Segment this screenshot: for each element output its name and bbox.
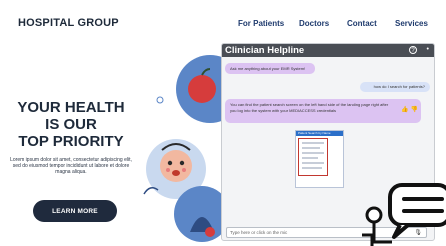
learn-more-button[interactable]: LEARN MORE	[33, 200, 117, 222]
hero-title: YOUR HEALTH IS OUR TOP PRIORITY	[10, 99, 132, 150]
hero-title-line-1: YOUR HEALTH	[17, 99, 125, 116]
chatbot-icon[interactable]	[360, 175, 446, 246]
bot-message-text: You can find the patient search screen o…	[230, 102, 389, 113]
screenshot-row	[302, 157, 318, 159]
apple-icon	[188, 75, 216, 103]
screenshot-row	[302, 147, 320, 149]
hero-description: Lorem ipsum dolor sit amet, consectetur …	[10, 157, 132, 175]
feedback-thumbs-icon[interactable]: 👍 👎	[401, 107, 418, 113]
baby-face-icon	[160, 150, 192, 182]
nav-services[interactable]: Services	[395, 19, 428, 28]
user-message: how do I search for patients?	[360, 82, 430, 92]
menu-icon[interactable]: •	[427, 46, 429, 54]
heart-icon	[205, 227, 215, 237]
hero-title-line-3: TOP PRIORITY	[18, 133, 124, 150]
screenshot-title: Patient Search by Name	[298, 131, 331, 135]
nav-contact[interactable]: Contact	[347, 19, 377, 28]
bot-message: Ask me anything about your EMR System!	[225, 63, 315, 74]
nav-for-patients[interactable]: For Patients	[238, 19, 284, 28]
screenshot-row	[302, 152, 324, 154]
screenshot-highlight	[298, 138, 328, 176]
chat-title: Clinician Helpline	[225, 45, 305, 56]
user-message-text: how do I search for patients?	[373, 84, 425, 90]
hero-title-line-2: IS OUR	[45, 116, 97, 133]
chat-header: Clinician Helpline ? •	[222, 44, 434, 57]
screenshot-titlebar: Patient Search by Name	[296, 131, 343, 136]
screenshot-row	[302, 167, 322, 169]
help-icon[interactable]: ?	[409, 46, 417, 54]
bot-message-text: Ask me anything about your EMR System!	[230, 65, 306, 71]
screenshot-row	[302, 142, 324, 144]
brand-logo[interactable]: HOSPITAL GROUP	[18, 17, 119, 29]
page: HOSPITAL GROUP For Patients Doctors Cont…	[0, 0, 446, 246]
screenshot-row	[302, 162, 324, 164]
nav-doctors[interactable]: Doctors	[299, 19, 329, 28]
attached-screenshot[interactable]: Patient Search by Name	[295, 130, 344, 188]
small-ring-icon	[156, 96, 164, 104]
chat-input-placeholder: Type here or click on the mic	[230, 230, 288, 235]
bot-message: You can find the patient search screen o…	[225, 99, 421, 123]
